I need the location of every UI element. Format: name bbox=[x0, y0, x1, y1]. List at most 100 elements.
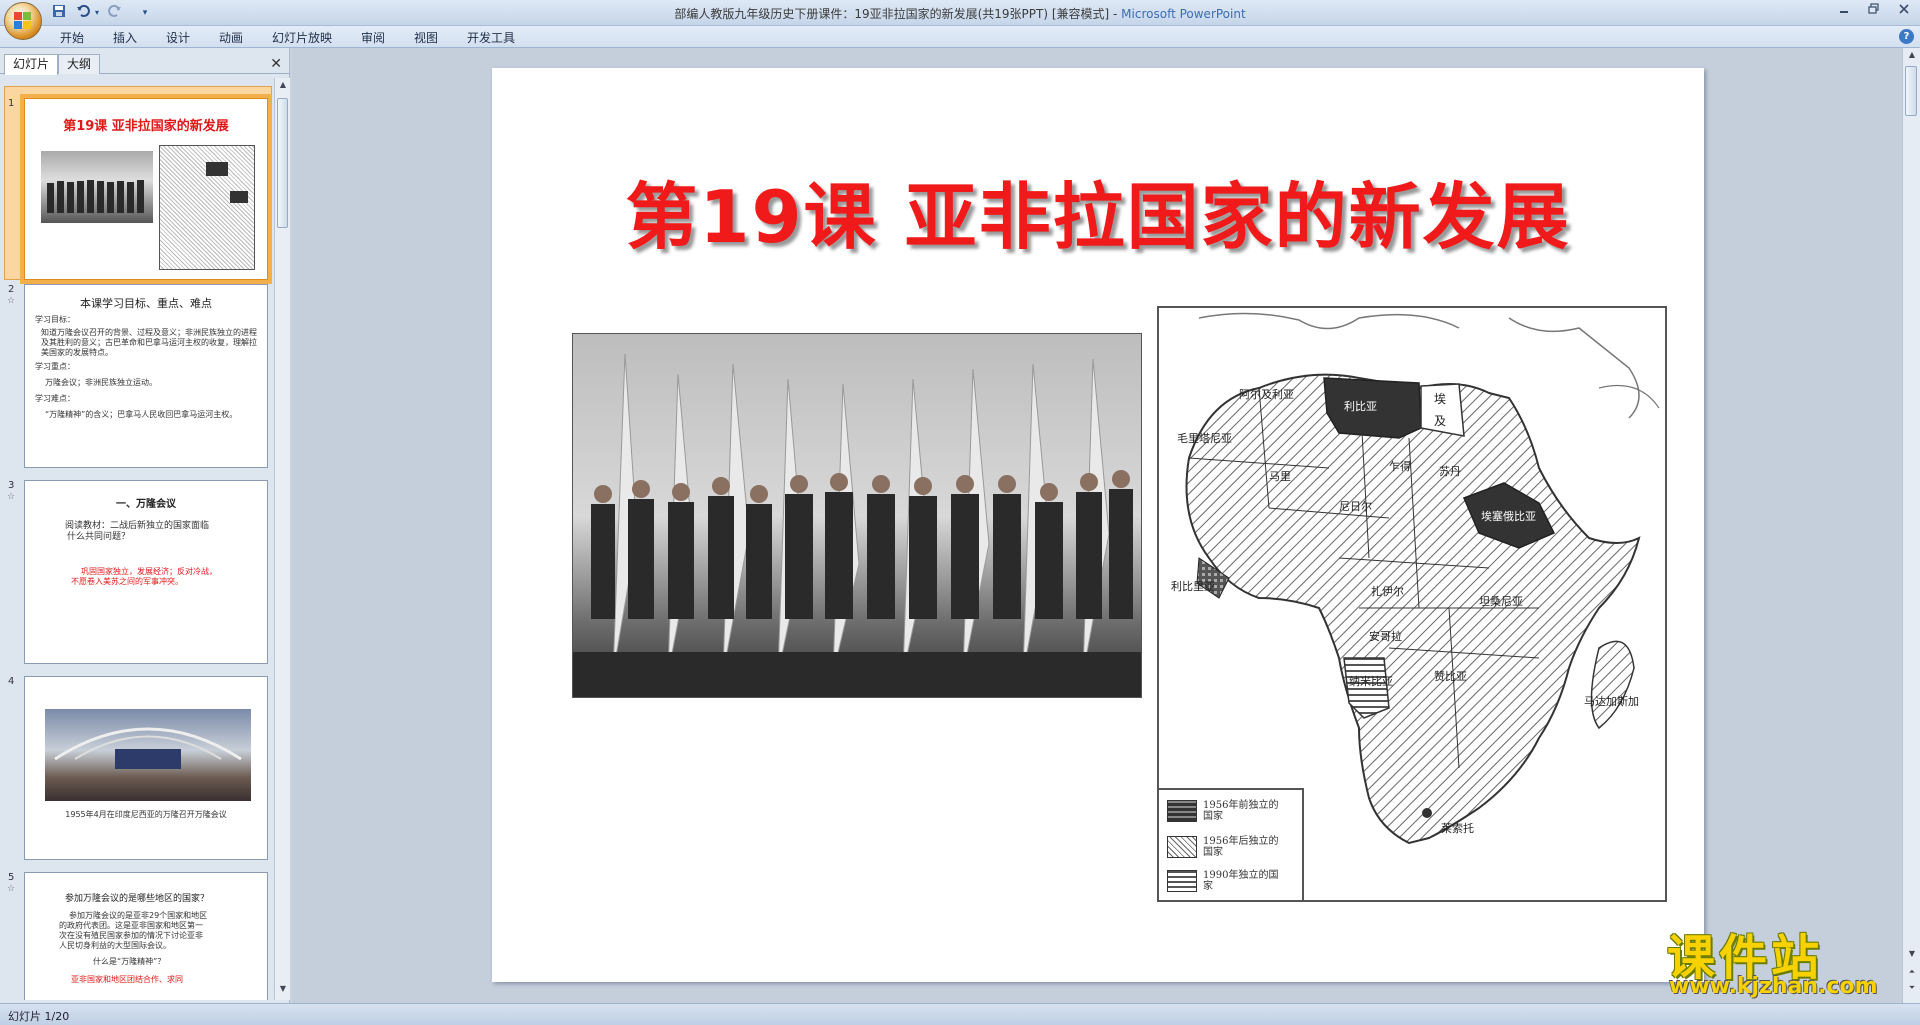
thumbnail-answer: 巩固国家独立，发展经济；反对冷战， 不愿卷入美苏之间的军事冲突。 bbox=[71, 567, 261, 587]
thumbnail-body: 学习目标： 知道万隆会议召开的背景、过程及意义；非洲民族独立的进程及其胜利的意义… bbox=[35, 315, 259, 420]
thumbnail-title: 第19课 亚非拉国家的新发展 bbox=[63, 119, 229, 134]
tab-slideshow[interactable]: 幻灯片放映 bbox=[272, 29, 332, 46]
animation-star-icon: ☆ bbox=[7, 884, 16, 894]
map-label: 马达加斯加 bbox=[1584, 695, 1639, 708]
scroll-thumb[interactable] bbox=[277, 98, 288, 228]
map-label: 乍得 bbox=[1389, 460, 1411, 473]
restore-icon[interactable] bbox=[1862, 2, 1886, 20]
thumbnail-line: 亚非国家和地区团结合作、求同 bbox=[71, 975, 183, 984]
thumbnail-line: 参加万隆会议的是亚非29个国家和地区 bbox=[69, 911, 208, 920]
thumbnail-title: 参加万隆会议的是哪些地区的国家？ bbox=[65, 894, 210, 904]
thumbnail-number: 4 bbox=[8, 676, 15, 687]
thumbnail-slide-5[interactable]: 参加万隆会议的是哪些地区的国家？ 参加万隆会议的是亚非29个国家和地区 的政府代… bbox=[24, 872, 268, 1000]
legend-label: 1956年后独立的国家 bbox=[1203, 836, 1279, 858]
legend-item: 1956年前独立的国家 bbox=[1167, 796, 1283, 826]
thumbnail-line: 次在没有殖民国家参加的情况下讨论亚非 bbox=[59, 931, 203, 940]
slide-scrollbar[interactable]: ▲ ▼ ⏶ ⏷ bbox=[1902, 48, 1920, 1003]
map-label: 埃塞俄比亚 bbox=[1481, 508, 1536, 524]
title-bar: ▾ ▾ 部编人教版九年级历史下册课件：19亚非拉国家的新发展(共19张PPT) … bbox=[0, 0, 1920, 40]
thumbnail-slide-3[interactable]: 一、万隆会议 阅读教材：二战后新独立的国家面临 什么共同问题？ 巩固国家独立，发… bbox=[24, 480, 268, 664]
slide-counter: 幻灯片 1/20 bbox=[8, 1010, 70, 1023]
map-label: 赞比亚 bbox=[1434, 670, 1467, 683]
scroll-up-icon[interactable]: ▲ bbox=[1904, 50, 1920, 64]
tab-outline[interactable]: 大纲 bbox=[58, 54, 101, 74]
map-label: 莱索托 bbox=[1441, 822, 1474, 835]
map-label: 尼日尔 bbox=[1339, 500, 1372, 513]
map-label: 安哥拉 bbox=[1369, 630, 1402, 643]
thumbnail-number: 5 bbox=[8, 872, 15, 883]
legend-swatch bbox=[1167, 836, 1197, 858]
thumbnail-body: 参加万隆会议的是亚非29个国家和地区 的政府代表团。这是亚非国家和地区第一 次在… bbox=[59, 911, 259, 985]
thumbnail-line: 学习目标： bbox=[35, 315, 75, 324]
animation-star-icon: ☆ bbox=[7, 296, 16, 306]
thumbnail-line: 不愿卷入美苏之间的军事冲突。 bbox=[71, 577, 183, 586]
minimize-icon[interactable] bbox=[1832, 2, 1856, 20]
map-label: 阿尔及利亚 bbox=[1239, 388, 1294, 401]
ribbon-tabs: 开始 插入 设计 动画 幻灯片放映 审阅 视图 开发工具 ? bbox=[0, 26, 1920, 48]
tab-insert[interactable]: 插入 bbox=[113, 29, 137, 46]
office-logo-icon bbox=[14, 12, 32, 30]
map-label: 纳米比亚 bbox=[1349, 675, 1393, 688]
scroll-up-icon[interactable]: ▲ bbox=[275, 80, 291, 94]
status-bar: 幻灯片 1/20 bbox=[0, 1003, 1920, 1025]
thumbnail-number: 3 bbox=[8, 480, 15, 491]
thumbnail-list: 1 第19课 亚非拉国家的新发展 2 ☆ 本课学习目标、重点、难点 学习目标： … bbox=[0, 78, 272, 1000]
thumbnail-title: 本课学习目标、重点、难点 bbox=[80, 297, 212, 310]
legend-label: 1956年前独立的国家 bbox=[1203, 800, 1279, 822]
map-label: 利比里亚 bbox=[1171, 580, 1215, 593]
map-label: 马里 bbox=[1269, 470, 1291, 483]
legend-label: 1990年独立的国家 bbox=[1203, 870, 1279, 892]
thumbnail-slide-2[interactable]: 本课学习目标、重点、难点 学习目标： 知道万隆会议召开的背景、过程及意义；非洲民… bbox=[24, 284, 268, 468]
legend-swatch bbox=[1167, 870, 1197, 892]
watermark-url: www.kjzhan.com bbox=[1669, 974, 1878, 999]
tab-slides[interactable]: 幻灯片 bbox=[4, 54, 59, 75]
tab-home[interactable]: 开始 bbox=[60, 29, 84, 46]
current-slide[interactable]: 第19课 亚非拉国家的新发展 阿尔及利亚 利比亚 埃及 毛里塔尼亚 马里 尼日尔… bbox=[492, 68, 1704, 982]
thumbnail-slide-4[interactable]: 1955年4月在印度尼西亚的万隆召开万隆会议 bbox=[24, 676, 268, 860]
thumbnail-line: 巩固国家独立，发展经济；反对冷战， bbox=[81, 567, 217, 576]
thumbnail-line: 学习难点： bbox=[35, 394, 75, 403]
scroll-thumb[interactable] bbox=[1905, 66, 1917, 116]
legend-item: 1990年独立的国家 bbox=[1167, 866, 1283, 896]
thumbnail-line: 知道万隆会议召开的背景、过程及意义；非洲民族独立的进程及其胜利的意义；古巴革命和… bbox=[41, 328, 257, 357]
thumbnail-line: 什么共同问题？ bbox=[67, 532, 131, 542]
tab-review[interactable]: 审阅 bbox=[361, 29, 385, 46]
window-controls bbox=[1832, 2, 1916, 20]
panel-close-icon[interactable]: ✕ bbox=[270, 56, 282, 72]
tab-animation[interactable]: 动画 bbox=[219, 29, 243, 46]
thumbnail-hall-photo bbox=[45, 709, 251, 801]
thumbnail-scrollbar[interactable]: ▲ ▼ bbox=[274, 78, 290, 1000]
slide-edit-area[interactable]: 第19课 亚非拉国家的新发展 阿尔及利亚 利比亚 埃及 毛里塔尼亚 马里 尼日尔… bbox=[292, 48, 1902, 1003]
panel-tabs: 幻灯片 大纲 ✕ bbox=[0, 54, 290, 75]
tab-developer[interactable]: 开发工具 bbox=[467, 29, 515, 46]
thumbnail-line: 阅读教材：二战后新独立的国家面临 bbox=[65, 521, 210, 531]
app-name: Microsoft PowerPoint bbox=[1121, 7, 1246, 21]
thumbnail-map bbox=[159, 145, 255, 270]
thumbnail-line: 的政府代表团。这是亚非国家和地区第一 bbox=[59, 921, 203, 930]
help-icon[interactable]: ? bbox=[1899, 29, 1914, 44]
window-title: 部编人教版九年级历史下册课件：19亚非拉国家的新发展(共19张PPT) [兼容模… bbox=[0, 5, 1920, 22]
office-button[interactable] bbox=[4, 2, 42, 40]
thumbnail-slide-1[interactable]: 第19课 亚非拉国家的新发展 bbox=[20, 94, 272, 284]
thumbnail-line: “万隆精神”的含义；巴拿马人民收回巴拿马运河主权。 bbox=[45, 410, 238, 419]
watermark-logo: 课件站 www.kjzhan.com bbox=[1655, 918, 1917, 1000]
africa-map[interactable]: 阿尔及利亚 利比亚 埃及 毛里塔尼亚 马里 尼日尔 乍得 苏丹 埃塞俄比亚 利比… bbox=[1157, 306, 1667, 902]
map-label: 坦桑尼亚 bbox=[1479, 595, 1523, 608]
map-label: 埃及 bbox=[1434, 392, 1447, 428]
legend-swatch bbox=[1167, 800, 1197, 822]
thumbnail-caption: 1955年4月在印度尼西亚的万隆召开万隆会议 bbox=[65, 810, 227, 819]
thumbnail-line: 万隆会议；非洲民族独立运动。 bbox=[45, 378, 157, 387]
slide-title[interactable]: 第19课 亚非拉国家的新发展 bbox=[492, 158, 1704, 263]
slides-panel: 幻灯片 大纲 ✕ 1 第19课 亚非拉国家的新发展 2 ☆ 本课学习目标、重点、… bbox=[0, 48, 290, 1003]
tab-design[interactable]: 设计 bbox=[166, 29, 190, 46]
close-icon[interactable] bbox=[1892, 2, 1916, 20]
conference-photo[interactable] bbox=[572, 333, 1142, 698]
window-title-text: 部编人教版九年级历史下册课件：19亚非拉国家的新发展(共19张PPT) [兼容模… bbox=[674, 7, 1122, 21]
thumbnail-body: 阅读教材：二战后新独立的国家面临 什么共同问题？ bbox=[65, 521, 255, 543]
tab-view[interactable]: 视图 bbox=[414, 29, 438, 46]
scroll-down-icon[interactable]: ▼ bbox=[275, 984, 291, 998]
map-label: 毛里塔尼亚 bbox=[1177, 432, 1232, 445]
thumbnail-title: 一、万隆会议 bbox=[116, 499, 176, 510]
animation-star-icon: ☆ bbox=[7, 492, 16, 502]
map-label: 苏丹 bbox=[1439, 465, 1461, 478]
